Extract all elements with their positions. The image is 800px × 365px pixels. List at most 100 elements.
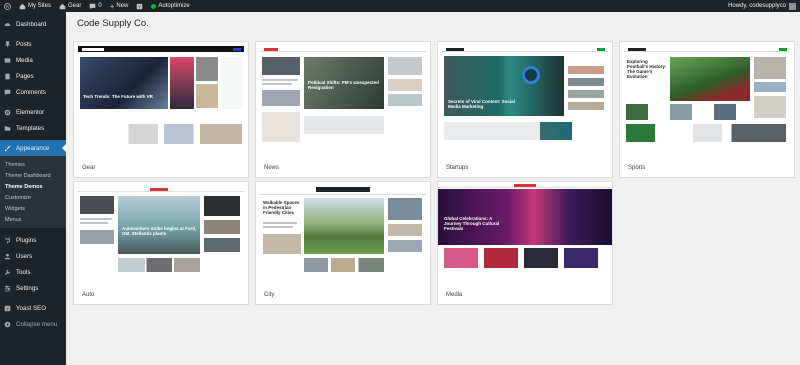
- menu-label: Plugins: [16, 236, 37, 244]
- plug-icon: [5, 237, 11, 243]
- menu-comments[interactable]: Comments: [0, 84, 66, 100]
- menu-templates[interactable]: Templates: [0, 120, 66, 136]
- menu-users[interactable]: Users: [0, 248, 66, 264]
- yoast-icon: Y: [4, 305, 11, 311]
- appearance-submenu: Themes Theme Dashboard Theme Demos Custo…: [0, 156, 66, 228]
- menu-label: Posts: [16, 40, 32, 48]
- menu-pages[interactable]: Pages: [0, 68, 66, 84]
- submenu-customize[interactable]: Customize: [0, 192, 66, 203]
- menu-label: Dashboard: [16, 20, 47, 28]
- demo-headline: Secrets of Viral Content: Social Media M…: [448, 99, 515, 109]
- menu-label: Collapse menu: [16, 320, 58, 328]
- account-menu[interactable]: Howdy, codesupplyco: [728, 2, 800, 10]
- demo-thumbnail: Secrets of Viral Content: Social Media M…: [442, 46, 608, 144]
- house-icon: [19, 3, 26, 9]
- admin-bar: W My Sites Gear 0 + New Y Autoptimize Ho…: [0, 0, 800, 12]
- wordpress-icon: W: [4, 2, 11, 10]
- media-icon: [4, 57, 11, 63]
- wrench-icon: [5, 269, 11, 275]
- menu-yoast-seo[interactable]: Y Yoast SEO: [0, 300, 66, 316]
- brush-icon: [4, 145, 11, 151]
- my-sites-menu[interactable]: My Sites: [15, 0, 55, 12]
- demo-card-media[interactable]: Global Celebrations: A Journey Through C…: [438, 182, 612, 304]
- site-name-menu[interactable]: Gear: [55, 0, 85, 12]
- autoptimize-label: Autoptimize: [158, 3, 190, 9]
- demo-thumbnail: Exploring Football's History: The Game's…: [624, 46, 790, 144]
- comment-icon: [4, 89, 11, 95]
- menu-label: Templates: [16, 124, 45, 132]
- demo-card-auto[interactable]: Autoworkers strike begins at Ford, GM, S…: [74, 182, 248, 304]
- submenu-menus[interactable]: Menus: [0, 214, 66, 225]
- folder-icon: [4, 125, 11, 131]
- menu-plugins[interactable]: Plugins: [0, 232, 66, 248]
- user-icon: [4, 253, 11, 259]
- demo-label: Gear: [82, 165, 96, 171]
- demo-label: Startups: [446, 165, 469, 171]
- new-content-button[interactable]: + New: [106, 0, 133, 12]
- collapse-icon: [4, 321, 11, 327]
- menu-label: Media: [16, 56, 33, 64]
- admin-sidebar: Dashboard Posts Media Pages Comments Ele…: [0, 12, 66, 365]
- comments-button[interactable]: 0: [85, 0, 105, 12]
- menu-posts[interactable]: Posts: [0, 36, 66, 52]
- demo-thumbnail: Autoworkers strike begins at Ford, GM, S…: [78, 186, 244, 272]
- my-sites-label: My Sites: [28, 3, 52, 9]
- demo-thumbnail: Political Shifts: PM's Unexpected Resign…: [260, 46, 426, 144]
- demo-card-sports[interactable]: Exploring Football's History: The Game's…: [620, 42, 794, 177]
- demo-label: News: [264, 165, 280, 171]
- submenu-theme-dashboard[interactable]: Theme Dashboard: [0, 170, 66, 181]
- demo-card-news[interactable]: Political Shifts: PM's Unexpected Resign…: [256, 42, 430, 177]
- menu-label: Settings: [16, 284, 39, 292]
- menu-label: Elementor: [16, 108, 45, 116]
- elementor-icon: [4, 109, 11, 115]
- demo-label: City: [264, 292, 275, 298]
- howdy-text: Howdy, codesupplyco: [728, 3, 786, 9]
- menu-settings[interactable]: Settings: [0, 280, 66, 296]
- demo-label: Sports: [628, 165, 646, 171]
- menu-label: Users: [16, 252, 33, 260]
- autoptimize-button[interactable]: Autoptimize: [147, 0, 193, 12]
- demo-label: Media: [446, 292, 463, 298]
- new-label: New: [116, 3, 129, 9]
- main-content: Code Supply Co. Tech Trends: The Future …: [66, 12, 800, 365]
- menu-collapse[interactable]: Collapse menu: [0, 316, 66, 332]
- demo-thumbnail: Global Celebrations: A Journey Through C…: [438, 182, 612, 272]
- demo-thumbnail: Walkable Spaces in Pedestrian Friendly C…: [260, 186, 426, 272]
- sliders-icon: [4, 285, 11, 291]
- demo-headline: Walkable Spaces in Pedestrian Friendly C…: [263, 200, 300, 215]
- demo-headline: Tech Trends: The Future with VR: [83, 94, 153, 99]
- menu-label: Tools: [16, 268, 31, 276]
- demo-card-startups[interactable]: Secrets of Viral Content: Social Media M…: [438, 42, 612, 177]
- menu-media[interactable]: Media: [0, 52, 66, 68]
- demo-card-gear[interactable]: Tech Trends: The Future with VR Gear: [74, 42, 248, 177]
- demo-thumbnail: Tech Trends: The Future with VR: [78, 46, 244, 144]
- submenu-themes[interactable]: Themes: [0, 159, 66, 170]
- demo-headline: Global Celebrations: A Journey Through C…: [444, 216, 500, 231]
- menu-elementor[interactable]: Elementor: [0, 104, 66, 120]
- demo-headline: Autoworkers strike begins at Ford, GM, S…: [122, 226, 197, 236]
- svg-text:Y: Y: [138, 4, 141, 9]
- site-name-label: Gear: [68, 3, 82, 9]
- demo-label: Auto: [82, 292, 95, 298]
- svg-text:W: W: [6, 3, 10, 8]
- home-icon: [59, 3, 66, 9]
- wordpress-logo-button[interactable]: W: [0, 0, 15, 12]
- avatar: [789, 2, 796, 10]
- menu-dashboard[interactable]: Dashboard: [0, 16, 66, 32]
- yoast-adminbar-button[interactable]: Y: [132, 0, 147, 12]
- pin-icon: [5, 40, 10, 47]
- demo-headline: Political Shifts: PM's Unexpected Resign…: [308, 80, 379, 90]
- menu-tools[interactable]: Tools: [0, 264, 66, 280]
- status-dot-icon: [151, 3, 157, 9]
- menu-label: Appearance: [16, 144, 50, 152]
- yoast-icon: Y: [137, 3, 143, 9]
- dashboard-icon: [4, 22, 11, 26]
- submenu-widgets[interactable]: Widgets: [0, 203, 66, 214]
- menu-appearance[interactable]: Appearance: [0, 140, 66, 156]
- svg-text:Y: Y: [6, 306, 9, 311]
- demo-card-city[interactable]: Walkable Spaces in Pedestrian Friendly C…: [256, 182, 430, 304]
- submenu-theme-demos[interactable]: Theme Demos: [0, 181, 66, 192]
- menu-label: Pages: [16, 72, 34, 80]
- comment-bubble-icon: [90, 3, 96, 9]
- menu-label: Comments: [16, 88, 46, 96]
